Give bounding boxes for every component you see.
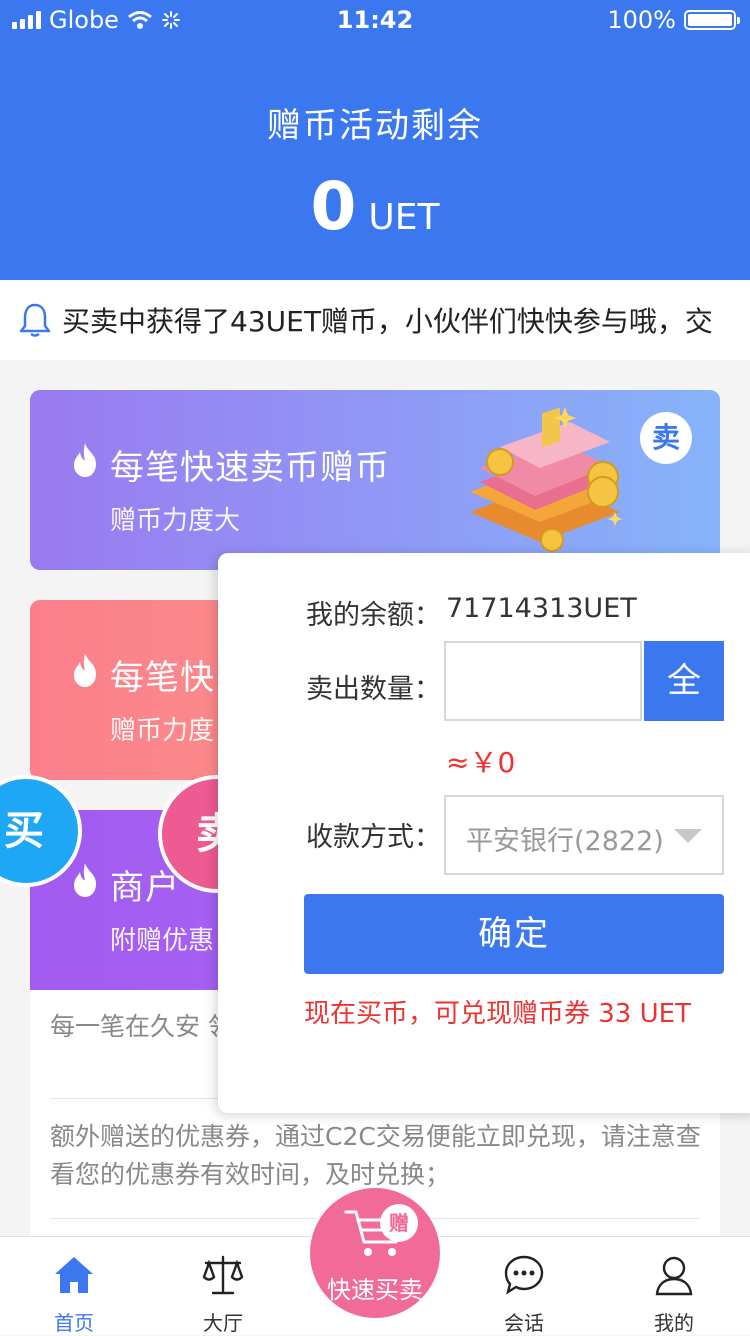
sell-panel: 我的余额： 71714313UET 卖出数量： 全 ≈￥0 收款方式： 平安银行… [218, 553, 750, 1113]
notice-text: 买卖中获得了43UET赠币，小伙伴们快快参与哦，交 [62, 305, 713, 338]
sell-quantity-input[interactable] [444, 641, 642, 721]
approx-cny-value: ≈￥0 [446, 746, 516, 779]
tab-hall[interactable]: 大厅 [173, 1237, 273, 1335]
tab-label: 首页 [54, 1311, 94, 1335]
flame-icon [74, 863, 96, 897]
sell-badge-icon: 卖 [640, 412, 692, 464]
promo-header: 赠币活动剩余 0 UET [0, 40, 750, 280]
home-icon [55, 1257, 93, 1293]
remaining-amount: 0 UET [0, 168, 750, 245]
battery-percent: 100% [607, 6, 676, 34]
battery-icon [684, 10, 740, 30]
rules-para-2: 额外赠送的优惠券，通过C2C交易便能立即兑现，请注意查看您的优惠券有效时间，及时… [50, 1122, 701, 1189]
confirm-button[interactable]: 确定 [304, 894, 724, 974]
promo-card-sell[interactable]: 每笔快速卖币赠币 赠币力度大 卖 [30, 390, 720, 570]
sell-all-button[interactable]: 全 [644, 641, 724, 721]
user-icon [655, 1256, 693, 1296]
chat-icon [504, 1255, 544, 1295]
gift-badge-icon: 赠 [380, 1204, 418, 1242]
flame-icon [74, 653, 96, 687]
notice-bar[interactable]: 买卖中获得了43UET赠币，小伙伴们快快参与哦，交 [0, 280, 750, 360]
status-bar: Globe 11:42 100% [0, 0, 750, 40]
money-stack-illustration [470, 407, 622, 552]
card-title: 每笔快 [110, 658, 215, 698]
tab-home[interactable]: 首页 [24, 1237, 124, 1335]
coupon-promo-text: 现在买币，可兑现赠币券 33 UET [304, 999, 691, 1029]
quantity-label: 卖出数量： [306, 674, 441, 705]
balance-value: 71714313UET [446, 593, 637, 624]
card-title: 每笔快速卖币赠币 [110, 448, 390, 488]
tab-label: 我的 [654, 1311, 694, 1335]
status-right: 100% [607, 6, 740, 34]
tab-label: 会话 [504, 1311, 544, 1335]
payment-method-select[interactable]: 平安银行(2822) [444, 795, 724, 875]
payment-method-label: 收款方式： [306, 822, 441, 853]
tab-profile[interactable]: 我的 [624, 1237, 724, 1335]
balance-label: 我的余额： [306, 600, 441, 631]
bell-icon [19, 303, 51, 337]
chevron-down-icon [674, 829, 702, 843]
payment-method-value: 平安银行(2822) [466, 826, 664, 857]
card-subtitle: 赠币力度 [110, 716, 215, 746]
tab-label: 大厅 [203, 1311, 243, 1335]
card-subtitle: 赠币力度大 [110, 506, 241, 536]
flame-icon [74, 443, 96, 477]
remaining-unit: UET [368, 197, 440, 238]
remaining-value: 0 [310, 168, 357, 245]
quick-trade-button[interactable]: 赠 快速买卖 [310, 1188, 440, 1318]
card-subtitle: 附赠优惠 [110, 926, 215, 956]
scale-icon [202, 1255, 244, 1295]
hero-title: 赠币活动剩余 [267, 106, 483, 146]
quick-trade-label: 快速买卖 [327, 1276, 423, 1304]
tab-chat[interactable]: 会话 [474, 1237, 574, 1335]
